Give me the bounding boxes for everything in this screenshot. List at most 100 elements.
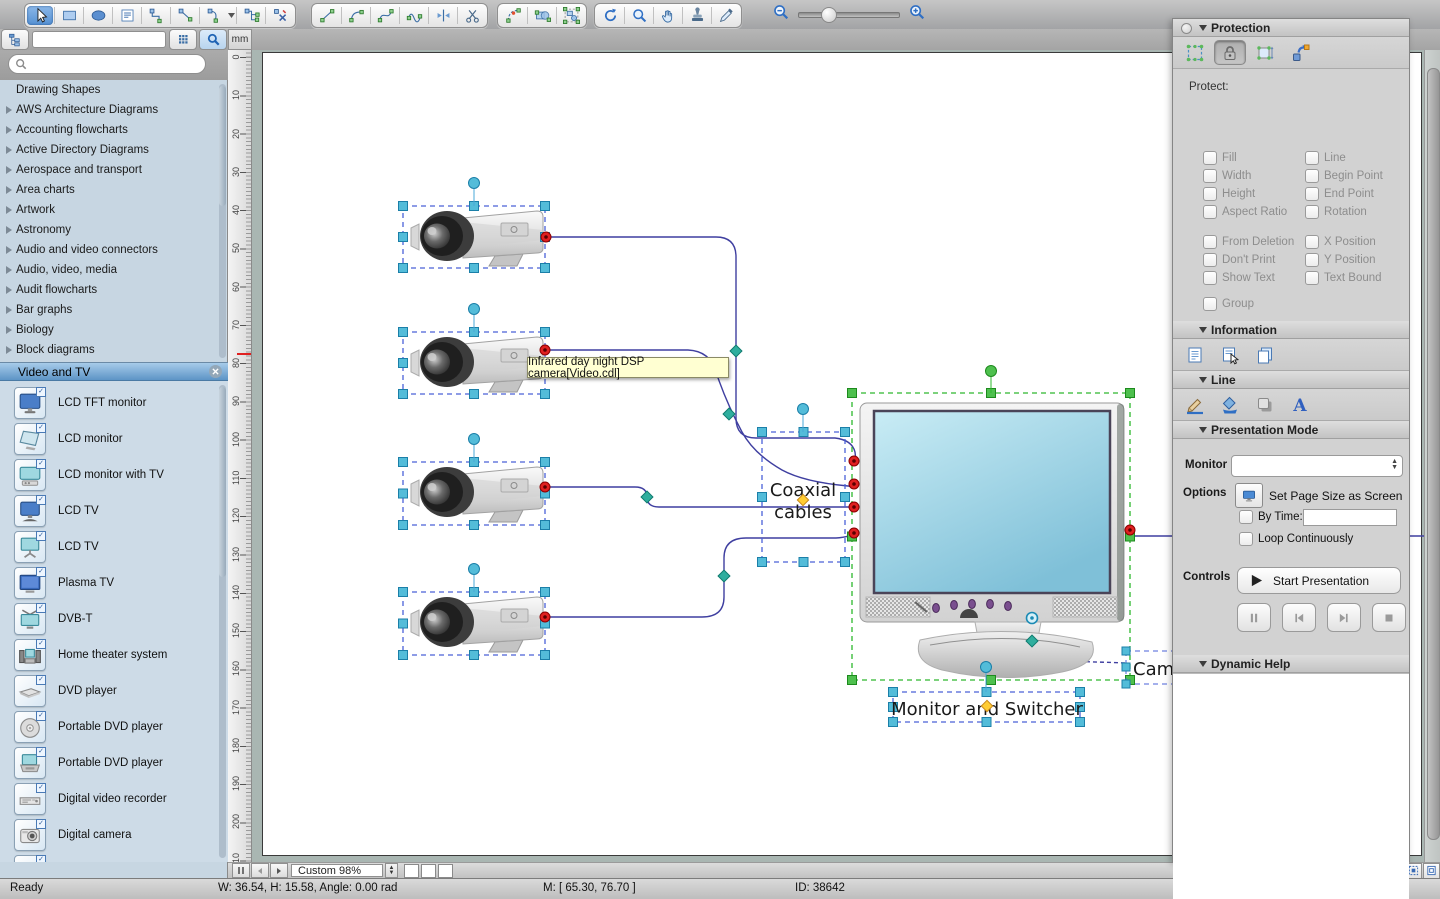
monitor-tilt-icon[interactable]: ✓ bbox=[14, 423, 46, 455]
page-tab-2[interactable] bbox=[421, 864, 436, 878]
page-tab-1[interactable] bbox=[404, 864, 419, 878]
info-cursor-icon[interactable] bbox=[1214, 342, 1246, 367]
checkbox-line[interactable]: Line bbox=[1305, 151, 1346, 165]
tv-dark-stand-icon[interactable]: ✓ bbox=[14, 495, 46, 527]
zoom-tool[interactable] bbox=[626, 6, 652, 25]
connector-midpoint-handle[interactable] bbox=[723, 408, 735, 420]
shape-item-digital-camera[interactable]: ✓Digital camera bbox=[0, 817, 228, 853]
sidebar-category-aerospace-and-transport[interactable]: Aerospace and transport bbox=[0, 160, 228, 180]
library-filter-field[interactable] bbox=[32, 31, 166, 48]
item-checkbox[interactable]: ✓ bbox=[36, 459, 46, 469]
cctv-camera-shape-4[interactable] bbox=[411, 597, 543, 652]
disclosure-triangle-icon[interactable] bbox=[6, 306, 12, 314]
disclosure-triangle-icon[interactable] bbox=[6, 126, 12, 134]
smart-connector-tool[interactable] bbox=[143, 6, 169, 25]
text-format-icon[interactable]: A bbox=[1284, 392, 1316, 417]
checkbox-show-text[interactable]: Show Text bbox=[1203, 271, 1275, 285]
stamp-tool[interactable] bbox=[684, 6, 710, 25]
sidebar-category-audit-flowcharts[interactable]: Audit flowcharts bbox=[0, 280, 228, 300]
item-checkbox[interactable]: ✓ bbox=[36, 423, 46, 433]
sidebar-category-block-diagrams[interactable]: Block diagrams bbox=[0, 340, 228, 360]
zoom-stepper[interactable]: ▲▼ bbox=[385, 863, 398, 878]
home-theater-icon[interactable]: ✓ bbox=[14, 639, 46, 671]
item-checkbox[interactable]: ✓ bbox=[36, 387, 46, 397]
library-panel-header[interactable]: Video and TV bbox=[0, 362, 228, 381]
shape-item-portable-dvd-player[interactable]: ✓Portable DVD player bbox=[0, 709, 228, 745]
disclosure-triangle-icon[interactable] bbox=[6, 206, 12, 214]
shape-item-lcd-tv[interactable]: ✓LCD TV bbox=[0, 493, 228, 529]
delete-connector-tool[interactable] bbox=[267, 6, 293, 25]
checkbox-width[interactable]: Width bbox=[1203, 169, 1251, 183]
zoom-out-icon[interactable] bbox=[772, 3, 790, 26]
spline-tool[interactable] bbox=[401, 6, 427, 25]
ink-bottle-icon[interactable] bbox=[1214, 392, 1246, 417]
dvd-disc-icon[interactable]: ✓ bbox=[14, 711, 46, 743]
disclosure-triangle-icon[interactable] bbox=[6, 286, 12, 294]
sidebar-category-accounting-flowcharts[interactable]: Accounting flowcharts bbox=[0, 120, 228, 140]
item-checkbox[interactable]: ✓ bbox=[36, 783, 46, 793]
vertical-scrollbar-thumb[interactable] bbox=[1427, 68, 1440, 840]
disclosure-triangle-icon[interactable] bbox=[6, 346, 12, 354]
shape-item-home-theater-system[interactable]: ✓Home theater system bbox=[0, 637, 228, 673]
cctv-camera-shape-2[interactable] bbox=[411, 337, 543, 392]
collapse-dot[interactable] bbox=[1181, 23, 1192, 34]
checkbox-from-deletion[interactable]: From Deletion bbox=[1203, 235, 1294, 249]
shape-item-dvd-player[interactable]: ✓DVD player bbox=[0, 673, 228, 709]
disclosure-triangle-icon[interactable] bbox=[6, 326, 12, 334]
skip-start-button[interactable] bbox=[1282, 603, 1316, 632]
dvd-slab-icon[interactable]: ✓ bbox=[14, 675, 46, 707]
connection-point-red[interactable] bbox=[540, 345, 550, 355]
item-checkbox[interactable]: ✓ bbox=[36, 495, 46, 505]
connector-cam1[interactable] bbox=[546, 237, 856, 461]
line-tool[interactable] bbox=[314, 6, 340, 25]
rotate-tool[interactable] bbox=[597, 6, 623, 25]
camera-compact-icon[interactable]: ✓ bbox=[14, 819, 46, 851]
checkbox-height[interactable]: Height bbox=[1203, 187, 1255, 201]
item-checkbox[interactable]: ✓ bbox=[36, 675, 46, 685]
connection-point-red[interactable] bbox=[849, 456, 859, 466]
shape-item-dvb-t[interactable]: ✓DVB-T bbox=[0, 601, 228, 637]
zoom-slider-thumb[interactable] bbox=[821, 7, 837, 23]
category-scrollbar[interactable] bbox=[219, 84, 226, 358]
shape-item-portable-dvd-player[interactable]: ✓Portable DVD player bbox=[0, 745, 228, 781]
start-presentation-button[interactable]: Start Presentation bbox=[1237, 567, 1401, 594]
lock-icon[interactable] bbox=[1214, 40, 1246, 65]
section-header-dynamic-help[interactable]: Dynamic Help bbox=[1173, 655, 1409, 673]
section-header-line[interactable]: Line bbox=[1173, 371, 1409, 389]
skip-end-button[interactable] bbox=[1327, 603, 1361, 632]
eyedropper-tool[interactable] bbox=[713, 6, 739, 25]
item-checkbox[interactable]: ✓ bbox=[36, 531, 46, 541]
loop-checkbox[interactable]: Loop Continuously bbox=[1239, 532, 1353, 546]
connection-point-red[interactable] bbox=[849, 528, 859, 538]
item-checkbox[interactable]: ✓ bbox=[36, 819, 46, 829]
tv-teal-tripod-icon[interactable]: ✓ bbox=[14, 531, 46, 563]
checkbox-don-t-print[interactable]: Don't Print bbox=[1203, 253, 1275, 267]
sidebar-category-audio-and-video-connectors[interactable]: Audio and video connectors bbox=[0, 240, 228, 260]
grid-view-button[interactable] bbox=[169, 29, 197, 50]
cctv-camera-shape-1[interactable] bbox=[411, 211, 543, 266]
bezier-tool[interactable] bbox=[372, 6, 398, 25]
cctv-camera-shape-3[interactable] bbox=[411, 467, 543, 522]
close-icon[interactable] bbox=[209, 365, 222, 378]
dvd-portable-icon[interactable]: ✓ bbox=[14, 747, 46, 779]
disclosure-triangle-icon[interactable] bbox=[6, 146, 12, 154]
stop-button[interactable] bbox=[1372, 603, 1406, 632]
sidebar-category-drawing-shapes[interactable]: Drawing Shapes bbox=[0, 80, 228, 100]
text-tool[interactable] bbox=[114, 6, 140, 25]
connector-midpoint-handle[interactable] bbox=[641, 491, 653, 503]
rectangle-tool[interactable] bbox=[56, 6, 82, 25]
set-page-size-button[interactable] bbox=[1235, 483, 1263, 508]
checkbox-fill[interactable]: Fill bbox=[1203, 151, 1237, 165]
shape-item-lcd-monitor-with-tv[interactable]: ✓LCD monitor with TV bbox=[0, 457, 228, 493]
pan-hand-tool[interactable] bbox=[655, 6, 681, 25]
split-tool[interactable] bbox=[430, 6, 456, 25]
combine-shapes-tool[interactable] bbox=[529, 6, 555, 25]
connection-point-red[interactable] bbox=[540, 612, 550, 622]
connector-midpoint-handle[interactable] bbox=[718, 570, 730, 582]
dvr-icon[interactable]: ✓ bbox=[14, 783, 46, 815]
checkbox-text-bound[interactable]: Text Bound bbox=[1305, 271, 1382, 285]
zoom-level-select[interactable]: Custom 98% bbox=[291, 864, 383, 877]
connection-point-red[interactable] bbox=[540, 482, 550, 492]
sidebar-category-biology[interactable]: Biology bbox=[0, 320, 228, 340]
disclosure-triangle-icon[interactable] bbox=[6, 106, 12, 114]
